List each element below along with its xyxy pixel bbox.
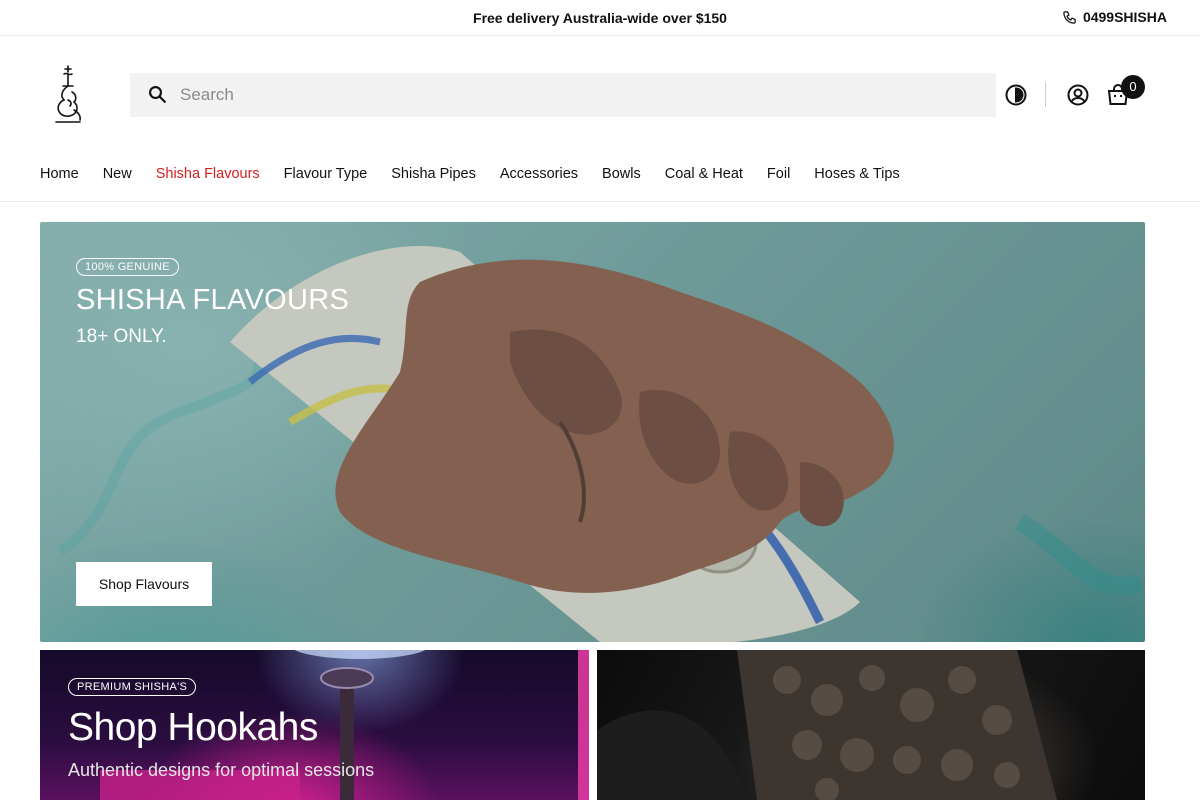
- hero-title: SHISHA FLAVOURS: [76, 284, 350, 316]
- bowl-photo-image: [597, 650, 1057, 800]
- search-icon: [149, 86, 167, 104]
- shop-hookahs-card[interactable]: PREMIUM SHISHA'S Shop Hookahs Authentic …: [40, 650, 589, 800]
- announcement-text: Free delivery Australia-wide over $150: [473, 10, 727, 26]
- phone-link[interactable]: 0499SHISHA: [1062, 9, 1167, 25]
- theme-toggle-icon[interactable]: [1004, 83, 1028, 107]
- nav-item-accessories[interactable]: Accessories: [500, 166, 578, 182]
- nav-item-hoses-tips[interactable]: Hoses & Tips: [814, 166, 899, 182]
- nav-item-flavour-type[interactable]: Flavour Type: [284, 166, 368, 182]
- hero-banner: 100% GENUINE SHISHA FLAVOURS 18+ ONLY. S…: [40, 222, 1145, 642]
- shop-flavours-button[interactable]: Shop Flavours: [76, 562, 212, 606]
- card-title: Shop Hookahs: [68, 706, 318, 749]
- card-subtitle: Authentic designs for optimal sessions: [68, 760, 375, 780]
- nav-divider: [0, 201, 1200, 202]
- cart-count-badge: 0: [1121, 75, 1145, 99]
- announcement-bar: Free delivery Australia-wide over $150 0…: [0, 0, 1200, 36]
- bowl-promo-card[interactable]: [597, 650, 1145, 800]
- card-badge: PREMIUM SHISHA'S: [68, 678, 197, 696]
- hero-subtitle: 18+ ONLY.: [76, 326, 167, 347]
- nav-item-shisha-pipes[interactable]: Shisha Pipes: [391, 166, 476, 182]
- phone-number: 0499SHISHA: [1082, 9, 1167, 25]
- search-input[interactable]: [180, 85, 960, 105]
- phone-icon: [1063, 10, 1076, 24]
- nav-item-coal-heat[interactable]: Coal & Heat: [665, 166, 743, 182]
- nav-item-foil[interactable]: Foil: [767, 166, 790, 182]
- header-divider: [1045, 82, 1046, 107]
- nav-item-new[interactable]: New: [103, 166, 132, 182]
- account-icon[interactable]: [1066, 83, 1090, 107]
- hookah-logo-icon[interactable]: [50, 64, 86, 124]
- nav-item-shisha-flavours[interactable]: Shisha Flavours: [156, 166, 260, 182]
- nav-item-home[interactable]: Home: [40, 166, 79, 182]
- nav-item-bowls[interactable]: Bowls: [602, 166, 641, 182]
- main-nav: Home New Shisha Flavours Flavour Type Sh…: [40, 166, 900, 182]
- hero-badge: 100% GENUINE: [76, 258, 179, 276]
- search-bar[interactable]: [130, 73, 996, 117]
